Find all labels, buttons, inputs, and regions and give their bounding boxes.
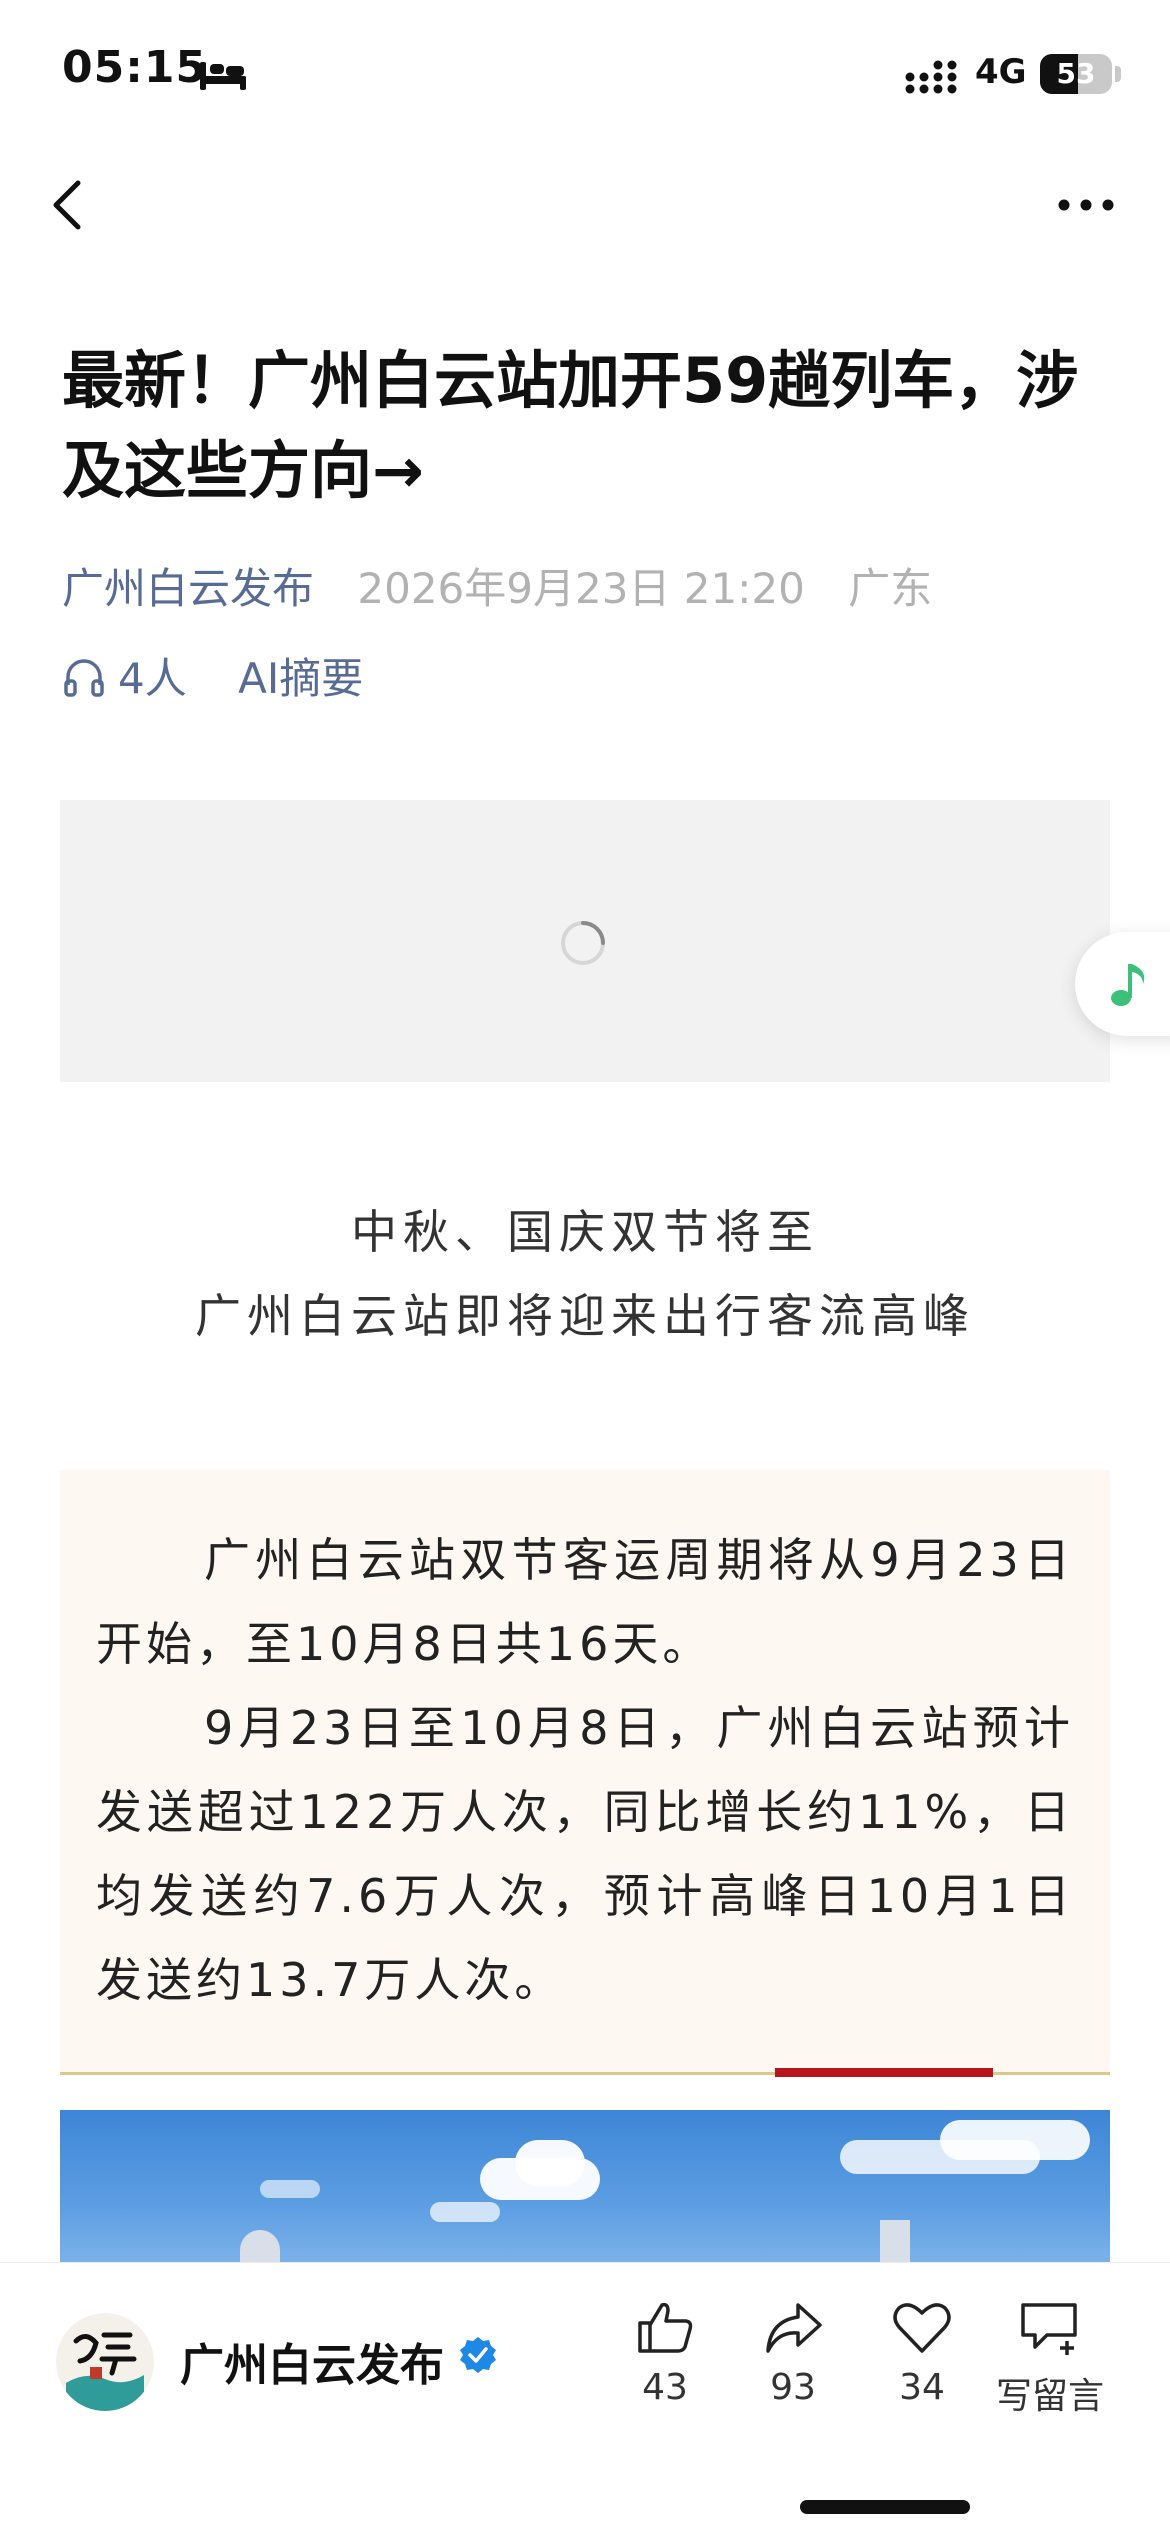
listen-row: 4人 AI摘要: [62, 645, 363, 706]
home-indicator[interactable]: [800, 2500, 970, 2514]
ai-summary-button[interactable]: AI摘要: [238, 654, 363, 703]
sleep-bed-icon: [200, 62, 246, 90]
loading-spinner-icon: [561, 921, 605, 965]
publish-region: 广东: [848, 564, 933, 613]
headphones-icon: [64, 659, 104, 697]
article-meta: 广州白云发布 2026年9月23日 21:20 广东: [62, 555, 932, 616]
favorite-button[interactable]: 34: [862, 2297, 982, 2408]
bottom-action-bar: 广州白云发布 43 93 34 写留言: [0, 2262, 1170, 2532]
heart-icon: [893, 2303, 951, 2353]
music-note-icon: [1111, 964, 1145, 1006]
author-link[interactable]: 广州白云发布: [62, 564, 314, 613]
signal-strength-icon: [905, 60, 957, 94]
article-title: 最新！广州白云站加开59趟列车，涉及这些方向→: [62, 344, 1079, 507]
thumbs-up-icon: [638, 2302, 693, 2353]
listen-button[interactable]: 4人: [62, 654, 238, 703]
like-count: 43: [642, 2367, 688, 2408]
battery-level: 53: [1056, 57, 1096, 90]
comment-plus-icon: [1021, 2303, 1077, 2355]
listen-count: 4人: [118, 654, 187, 703]
share-count: 93: [770, 2367, 816, 2408]
chevron-left-icon: [53, 180, 81, 230]
intro-text: 中秋、国庆双节将至 广州白云站即将迎来出行客流高峰: [0, 1190, 1170, 1358]
favorite-count: 34: [899, 2367, 945, 2408]
station-sky-photo: [60, 2110, 1110, 2270]
back-button[interactable]: [40, 170, 110, 240]
info-paragraph: 9月23日至10月8日，广州白云站预计发送超过122万人次，同比增长约11%，日…: [96, 1701, 1074, 2007]
info-paragraph: 广州白云站双节客运周期将从9月23日开始，至10月8日共16天。: [96, 1533, 1074, 1671]
battery-tip: [1115, 66, 1121, 82]
intro-line: 广州白云站即将迎来出行客流高峰: [195, 1289, 975, 1343]
like-button[interactable]: 43: [605, 2297, 725, 2408]
info-highlight-box: 广州白云站双节客运周期将从9月23日开始，至10月8日共16天。 9月23日至1…: [60, 1470, 1110, 2075]
write-comment-label: 写留言: [995, 2376, 1104, 2417]
account-avatar[interactable]: [56, 2313, 154, 2411]
verified-badge-icon: [460, 2337, 496, 2373]
account-logo-icon: [56, 2313, 154, 2411]
share-arrow-icon: [766, 2303, 822, 2353]
intro-line: 中秋、国庆双节将至: [351, 1205, 819, 1259]
more-dots-icon: [1058, 199, 1114, 211]
status-bar: 05:15 4G 53: [0, 0, 1170, 150]
publish-time: 2026年9月23日 21:20: [357, 564, 805, 613]
divider-accent: [775, 2068, 993, 2077]
network-type-label: 4G: [975, 52, 1027, 92]
write-comment-button[interactable]: 写留言: [990, 2297, 1110, 2419]
status-time: 05:15: [62, 42, 208, 93]
share-button[interactable]: 93: [733, 2297, 853, 2408]
account-name[interactable]: 广州白云发布: [180, 2329, 444, 2393]
battery-icon: 53: [1040, 54, 1112, 94]
background-music-button[interactable]: [1075, 932, 1170, 1036]
more-options-button[interactable]: [1050, 175, 1130, 235]
